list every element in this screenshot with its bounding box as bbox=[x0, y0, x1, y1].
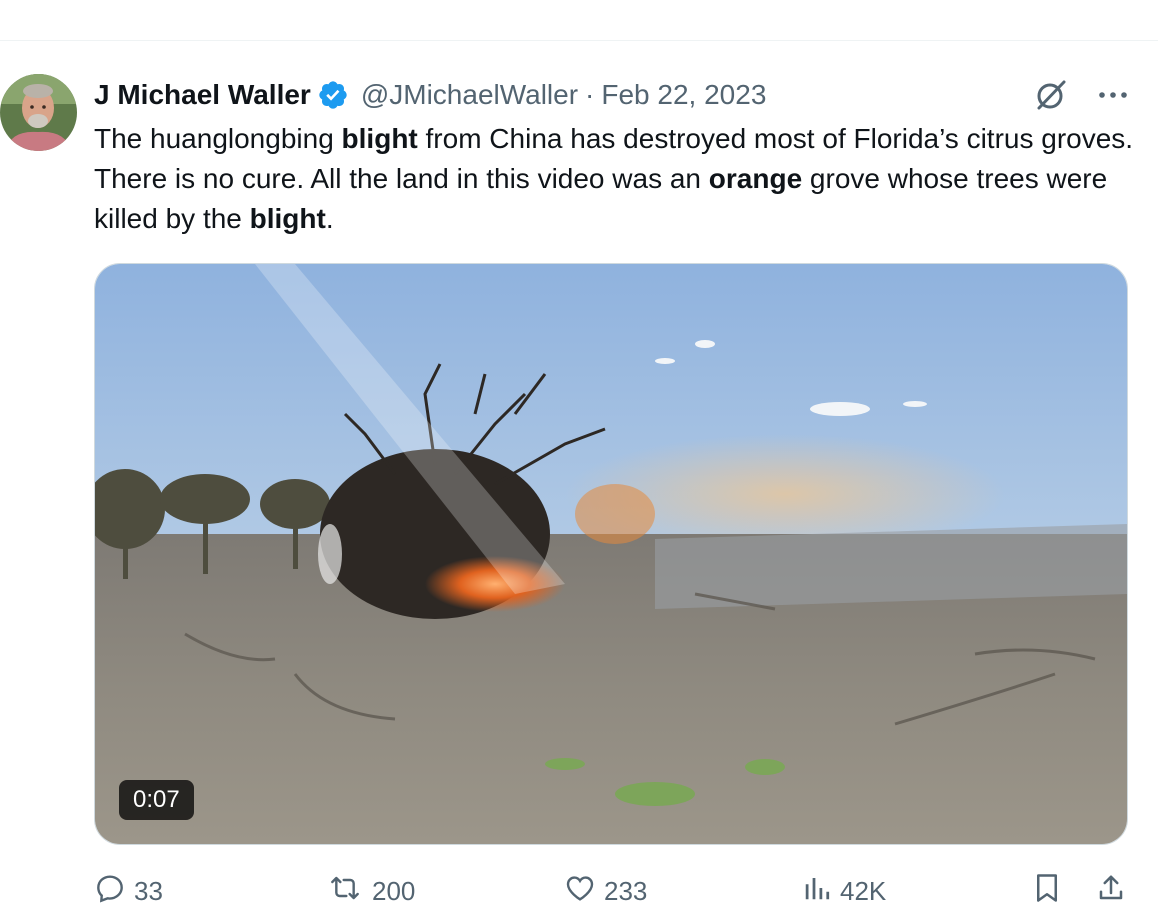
retweet-icon bbox=[326, 872, 364, 911]
tweet-text: The huanglongbing blight from China has … bbox=[94, 119, 1134, 239]
display-name[interactable]: J Michael Waller bbox=[94, 79, 311, 111]
bookmark-icon bbox=[1032, 871, 1062, 912]
tweet-date[interactable]: Feb 22, 2023 bbox=[601, 79, 766, 111]
retweet-button[interactable]: 200 bbox=[326, 869, 415, 913]
author-handle[interactable]: @JMichaelWaller bbox=[361, 79, 578, 111]
like-count: 233 bbox=[604, 875, 648, 906]
tweet-text-bold: blight bbox=[341, 123, 418, 154]
video-thumbnail bbox=[95, 264, 1127, 844]
video-player[interactable]: 0:07 bbox=[94, 263, 1128, 845]
grok-icon[interactable] bbox=[1034, 78, 1068, 112]
header-actions bbox=[1034, 77, 1128, 113]
tweet[interactable]: J Michael Waller @JMichaelWaller · Feb 2… bbox=[0, 41, 1158, 920]
share-icon bbox=[1096, 873, 1126, 910]
verified-badge-icon[interactable] bbox=[317, 79, 349, 111]
avatar[interactable] bbox=[0, 74, 77, 151]
tweet-header: J Michael Waller @JMichaelWaller · Feb 2… bbox=[94, 77, 766, 113]
views-count: 42K bbox=[840, 875, 887, 906]
retweet-count: 200 bbox=[372, 875, 416, 906]
tweet-text-bold: blight bbox=[249, 203, 326, 234]
tweet-text-segment: The huanglongbing bbox=[94, 123, 342, 154]
views-button[interactable]: 42K bbox=[802, 869, 886, 913]
bookmark-button[interactable] bbox=[1032, 869, 1062, 913]
video-timestamp: 0:07 bbox=[119, 780, 194, 820]
tweet-text-bold: orange bbox=[708, 163, 803, 194]
reply-button[interactable]: 33 bbox=[94, 869, 163, 913]
action-bar: 33 200 233 42K bbox=[94, 869, 1134, 913]
share-button[interactable] bbox=[1096, 869, 1126, 913]
reply-count: 33 bbox=[134, 875, 163, 906]
more-icon[interactable] bbox=[1098, 90, 1128, 100]
separator-dot: · bbox=[585, 79, 595, 110]
like-icon bbox=[564, 872, 596, 911]
like-button[interactable]: 233 bbox=[564, 869, 647, 913]
views-icon bbox=[802, 873, 832, 910]
reply-icon bbox=[94, 872, 126, 911]
tweet-text-segment: . bbox=[325, 203, 334, 234]
